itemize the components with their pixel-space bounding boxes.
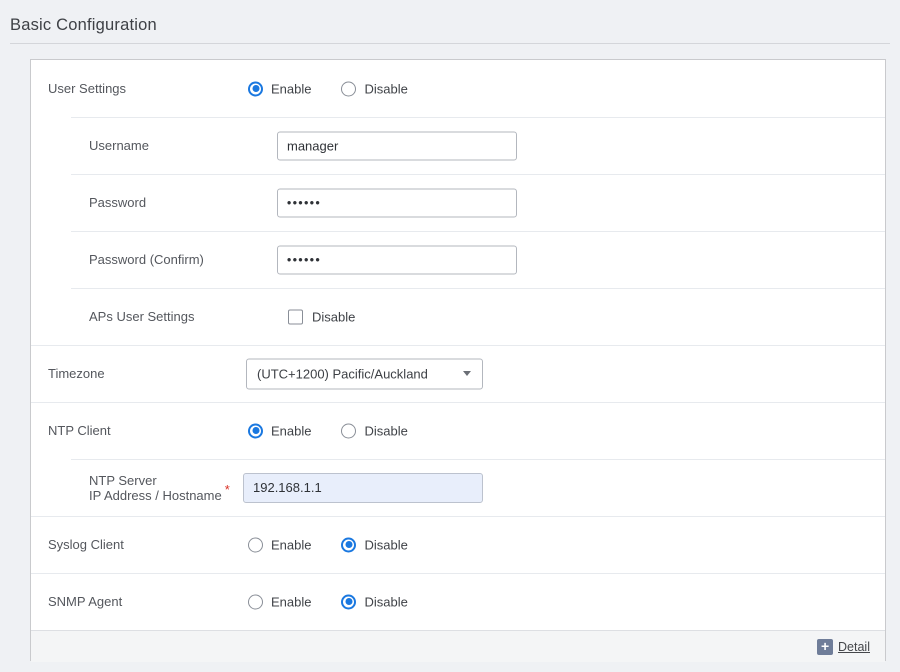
row-password: Password xyxy=(31,174,885,231)
plus-icon: + xyxy=(817,639,833,655)
ntp-server-label: NTP Server IP Address / Hostname* xyxy=(89,473,230,503)
snmp-agent-label: SNMP Agent xyxy=(48,594,122,609)
enable-option-label: Enable xyxy=(271,81,311,96)
row-ntp-server: NTP Server IP Address / Hostname* xyxy=(31,459,885,516)
disable-option-label: Disable xyxy=(364,594,407,609)
row-username: Username xyxy=(31,117,885,174)
password-input[interactable] xyxy=(277,188,517,217)
aps-user-settings-label: APs User Settings xyxy=(89,309,195,324)
row-timezone: Timezone (UTC+1200) Pacific/Auckland xyxy=(31,345,885,402)
user-settings-radio-group: Enable Disable xyxy=(248,81,408,96)
row-user-settings: User Settings Enable Disable xyxy=(31,60,885,117)
row-snmp-agent: SNMP Agent Enable Disable xyxy=(31,573,885,630)
timezone-selected-value: (UTC+1200) Pacific/Auckland xyxy=(257,366,428,381)
radio-selected-icon xyxy=(248,423,263,438)
aps-disable-option-label: Disable xyxy=(312,309,355,324)
required-asterisk: * xyxy=(225,482,230,497)
syslog-client-radio-group: Enable Disable xyxy=(248,537,408,552)
syslog-client-label: Syslog Client xyxy=(48,537,124,552)
disable-option-label: Disable xyxy=(364,537,407,552)
basic-configuration-panel: User Settings Enable Disable Username Pa… xyxy=(30,59,886,661)
ntp-client-radio-group: Enable Disable xyxy=(248,423,408,438)
snmp-agent-enable-radio[interactable]: Enable xyxy=(248,594,311,609)
radio-unselected-icon xyxy=(248,594,263,609)
row-aps-user-settings: APs User Settings Disable xyxy=(31,288,885,345)
password-label: Password xyxy=(89,195,146,210)
timezone-select[interactable]: (UTC+1200) Pacific/Auckland xyxy=(246,358,483,389)
enable-option-label: Enable xyxy=(271,537,311,552)
radio-selected-icon xyxy=(341,537,356,552)
radio-unselected-icon xyxy=(341,81,356,96)
radio-selected-icon xyxy=(341,594,356,609)
username-input[interactable] xyxy=(277,131,517,160)
aps-user-settings-checkbox-option[interactable]: Disable xyxy=(288,309,355,324)
radio-unselected-icon xyxy=(248,537,263,552)
user-settings-label: User Settings xyxy=(48,81,126,96)
radio-selected-icon xyxy=(248,81,263,96)
syslog-client-disable-radio[interactable]: Disable xyxy=(341,537,407,552)
row-password-confirm: Password (Confirm) xyxy=(31,231,885,288)
radio-unselected-icon xyxy=(341,423,356,438)
password-confirm-input[interactable] xyxy=(277,245,517,274)
snmp-agent-radio-group: Enable Disable xyxy=(248,594,408,609)
password-confirm-label: Password (Confirm) xyxy=(89,252,204,267)
ntp-client-label: NTP Client xyxy=(48,423,111,438)
username-label: Username xyxy=(89,138,149,153)
ntp-client-disable-radio[interactable]: Disable xyxy=(341,423,407,438)
page-header: Basic Configuration xyxy=(0,0,900,35)
checkbox-unchecked-icon xyxy=(288,309,303,324)
enable-option-label: Enable xyxy=(271,423,311,438)
row-syslog-client: Syslog Client Enable Disable xyxy=(31,516,885,573)
enable-option-label: Enable xyxy=(271,594,311,609)
syslog-client-enable-radio[interactable]: Enable xyxy=(248,537,311,552)
disable-option-label: Disable xyxy=(364,81,407,96)
panel-footer: + Detail xyxy=(31,630,885,662)
detail-link-label: Detail xyxy=(838,640,870,654)
disable-option-label: Disable xyxy=(364,423,407,438)
ntp-client-enable-radio[interactable]: Enable xyxy=(248,423,311,438)
chevron-down-icon xyxy=(463,371,471,376)
user-settings-enable-radio[interactable]: Enable xyxy=(248,81,311,96)
row-ntp-client: NTP Client Enable Disable xyxy=(31,402,885,459)
header-divider xyxy=(10,43,890,44)
page-title: Basic Configuration xyxy=(10,16,890,35)
timezone-label: Timezone xyxy=(48,366,105,381)
snmp-agent-disable-radio[interactable]: Disable xyxy=(341,594,407,609)
detail-button[interactable]: + Detail xyxy=(817,639,870,655)
user-settings-disable-radio[interactable]: Disable xyxy=(341,81,407,96)
ntp-server-input[interactable] xyxy=(243,473,483,503)
